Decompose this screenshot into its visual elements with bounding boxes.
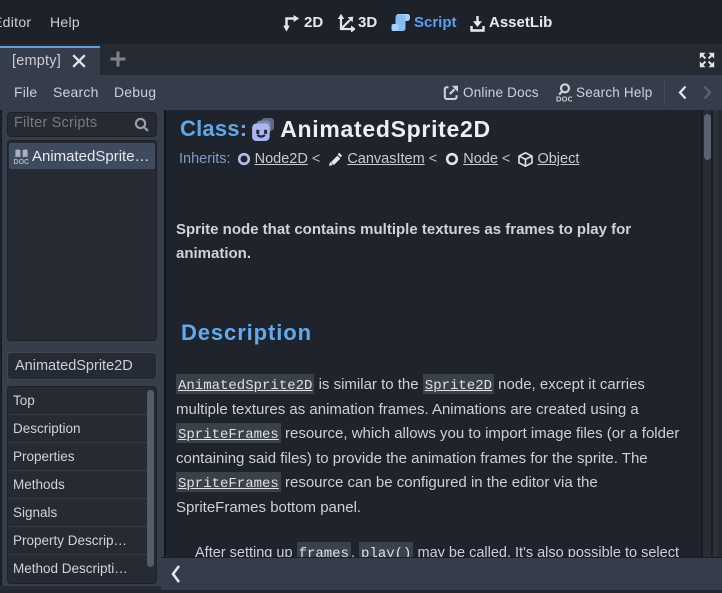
svg-text:DOC: DOC [14, 159, 29, 165]
svg-text:DOC: DOC [556, 94, 572, 103]
